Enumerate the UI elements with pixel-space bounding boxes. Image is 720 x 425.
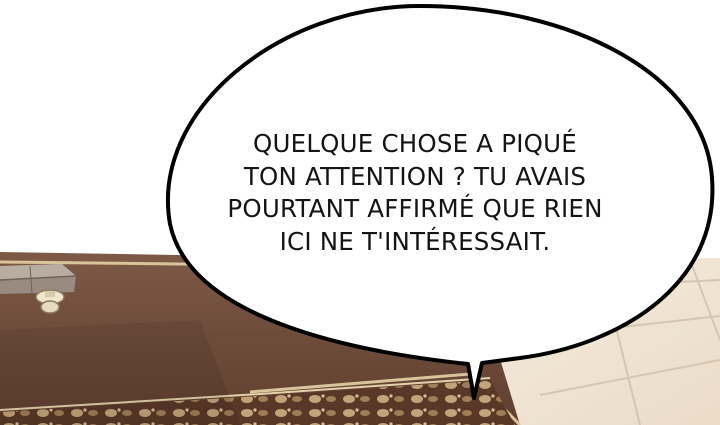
speech-line-4: ICI NE T'INTÉRESSAIT. xyxy=(279,226,551,256)
speech-line-3: POURTANT AFFIRMÉ QUE RIEN xyxy=(227,194,603,223)
speech-line-1: QUELQUE CHOSE A PIQUÉ xyxy=(253,129,577,158)
speech-line-2: TON ATTENTION ? TU AVAIS xyxy=(243,161,587,191)
speech-bubble-text: QUELQUE CHOSE A PIQUÉ TON ATTENTION ? TU… xyxy=(190,128,640,258)
manga-panel: QUELQUE CHOSE A PIQUÉ TON ATTENTION ? TU… xyxy=(0,0,720,425)
